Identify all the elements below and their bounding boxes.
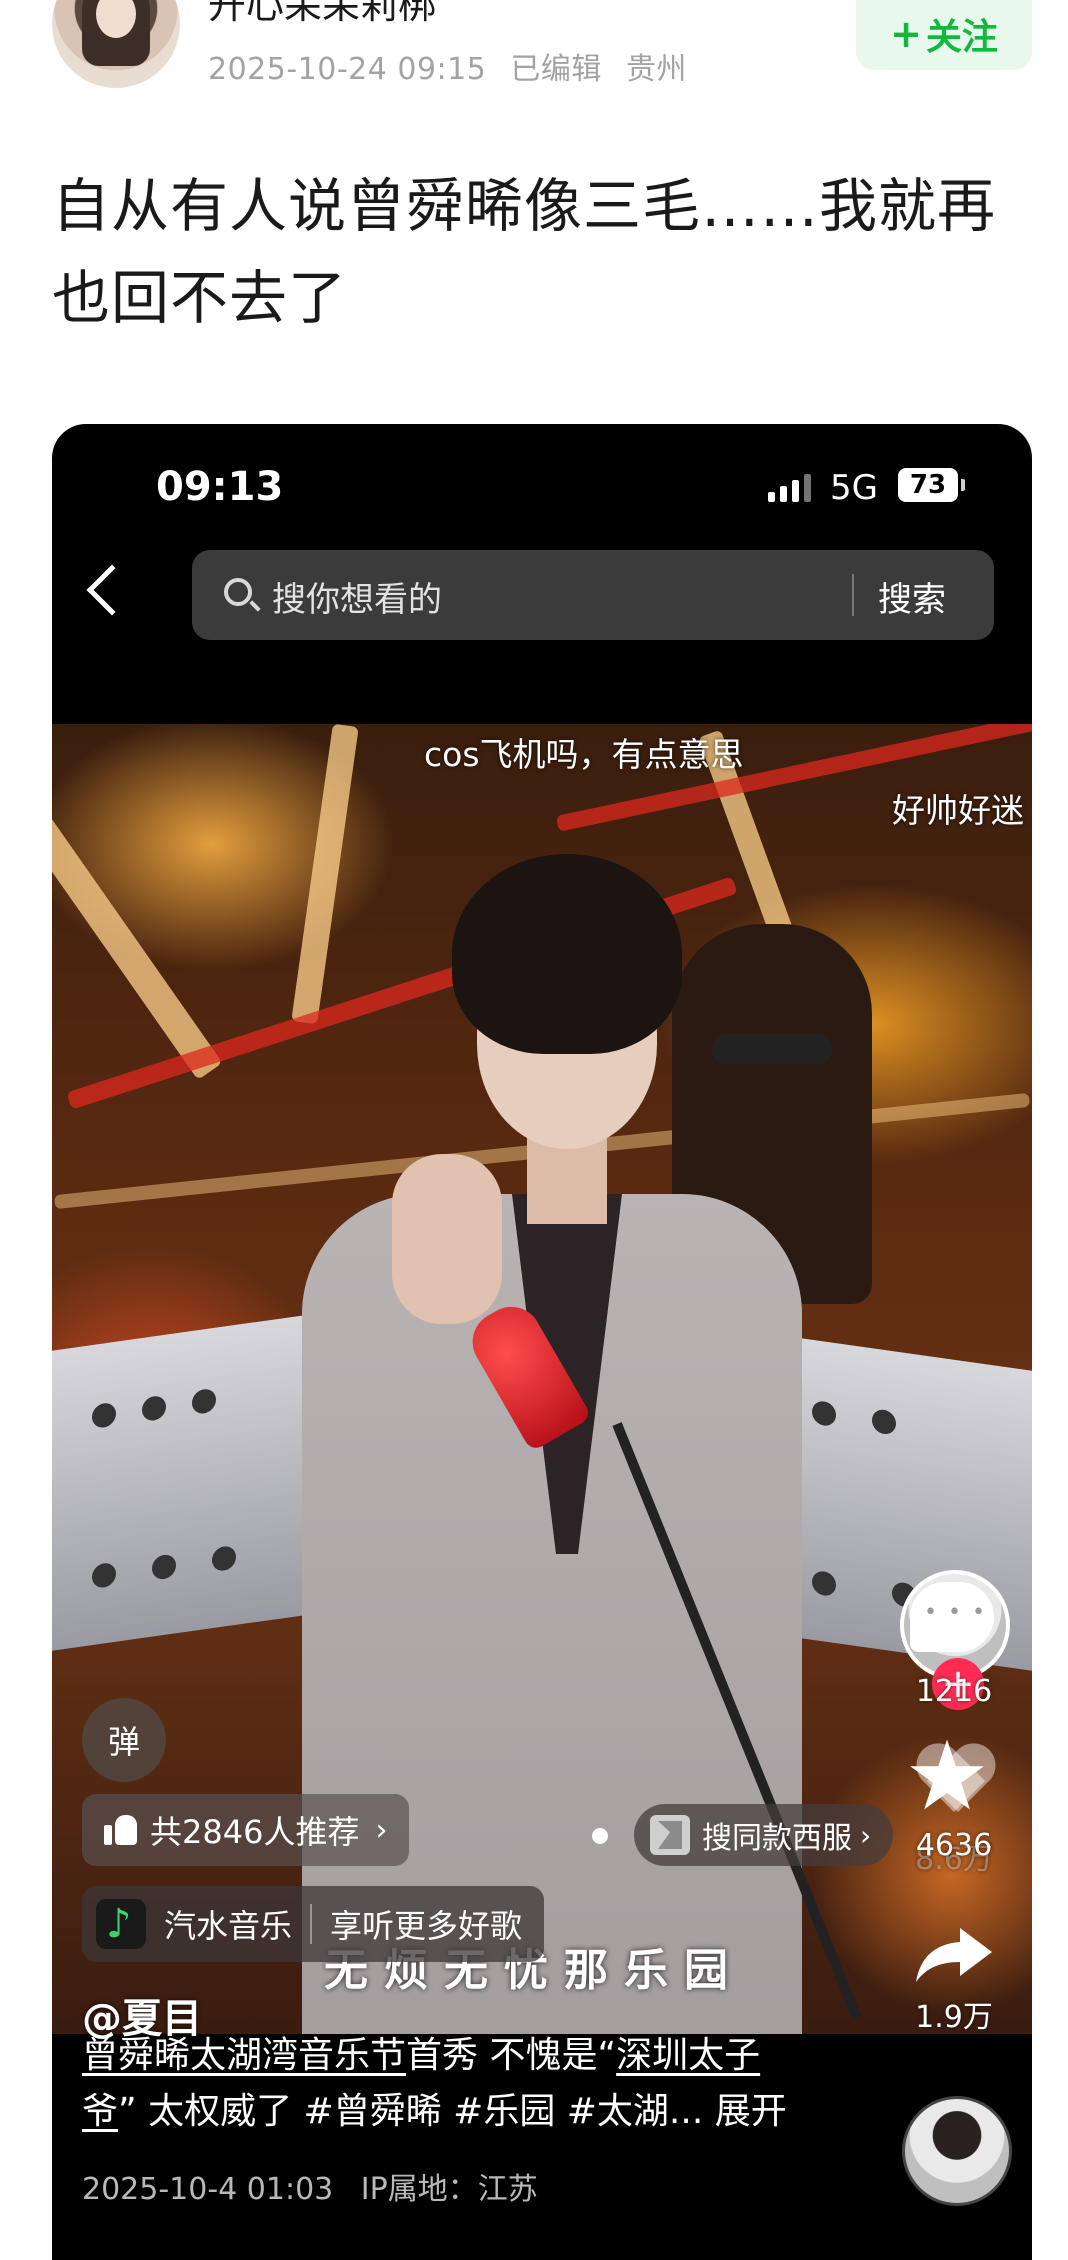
network-label: 5G	[830, 468, 878, 508]
follow-button[interactable]: + 关注	[856, 0, 1032, 70]
ip-location: IP属地：江苏	[360, 2172, 538, 2207]
chevron-right-icon: ›	[860, 1818, 872, 1852]
share-icon[interactable]	[914, 1924, 994, 1984]
chevron-right-icon: ›	[375, 1812, 388, 1848]
stage-light-beam	[52, 767, 223, 1081]
battery-icon: 73	[898, 468, 965, 502]
caption-link[interactable]: 深圳太子	[616, 2035, 760, 2076]
status-bar: 09:13 5G 73	[52, 424, 1032, 534]
caption-meta: 2025-10-4 01:03 IP属地：江苏	[82, 2164, 556, 2208]
danmaku-toggle-button[interactable]: 弹	[82, 1698, 166, 1782]
share-count: 1.9万	[915, 2000, 993, 2035]
status-time: 09:13	[156, 464, 284, 510]
favorite-count: 4636	[915, 1828, 993, 1863]
post-title: 自从有人说曾舜晞像三毛……我就再也回不去了	[52, 172, 997, 332]
search-button[interactable]: 搜索	[878, 572, 946, 621]
danmu-comment: 好帅好迷	[892, 791, 1024, 830]
shop-label: 搜同款西服	[702, 1821, 852, 1856]
embedded-screenshot[interactable]: 09:13 5G 73 搜你想看的 搜索 cos飞机吗，有点意思 好帅好迷 搜同…	[52, 424, 1032, 2260]
singer-hand	[392, 1154, 502, 1324]
battery-level: 73	[909, 470, 947, 500]
caption-text: 首秀 不愧是“	[406, 2035, 617, 2076]
search-divider	[852, 574, 854, 616]
comment-count: 1216	[915, 1674, 993, 1709]
shop-similar-tag[interactable]: 搜同款西服 ›	[634, 1804, 894, 1866]
search-icon	[224, 578, 252, 606]
music-disc-avatar[interactable]	[902, 2096, 1012, 2206]
singer-hair	[452, 854, 682, 1054]
music-cta: 享听更多好歌	[330, 1907, 523, 1945]
post-date: 2025-10-24 09:15	[208, 52, 487, 87]
post-location: 贵州	[625, 52, 687, 87]
suit-icon	[650, 1815, 690, 1855]
caption-link[interactable]: 曾舜晞太湖湾音乐节	[82, 2035, 406, 2076]
product-dot	[592, 1828, 608, 1844]
author-avatar[interactable]	[52, 0, 180, 88]
comment-icon[interactable]	[910, 1582, 994, 1652]
video-date: 2025-10-4 01:03	[82, 2172, 334, 2207]
music-separator	[310, 1904, 313, 1944]
danmu-comment: cos飞机吗，有点意思	[424, 735, 744, 774]
recommend-pill[interactable]: 共2846人推荐 ›	[82, 1794, 410, 1866]
post-meta: 2025-10-24 09:15 已编辑 贵州	[208, 44, 701, 88]
signal-icon	[768, 474, 811, 502]
recommend-count: 共2846人推荐	[150, 1813, 360, 1851]
music-app-name: 汽水音乐	[164, 1907, 293, 1945]
caption-link[interactable]: 爷	[82, 2091, 118, 2132]
music-bar[interactable]: 汽水音乐 享听更多好歌	[82, 1886, 545, 1962]
follow-label: 关注	[925, 17, 998, 58]
author-name[interactable]: 开心呆呆莉梆	[208, 0, 436, 29]
caption-text: ” 太权威了 #曾舜晞 #乐园 #太湖... 展开	[118, 2091, 787, 2132]
plus-icon: +	[890, 12, 922, 56]
music-app-icon	[96, 1899, 146, 1949]
post-edited: 已编辑	[510, 52, 602, 87]
video-caption[interactable]: 曾舜晞太湖湾音乐节首秀 不愧是“深圳太子 爷” 太权威了 #曾舜晞 #乐园 #太…	[82, 2028, 842, 2140]
thumbs-up-icon	[104, 1815, 138, 1845]
star-icon[interactable]: ★	[904, 1728, 990, 1824]
search-input[interactable]: 搜你想看的 搜索	[192, 550, 994, 640]
back-arrow-icon[interactable]	[86, 564, 138, 616]
search-placeholder: 搜你想看的	[272, 580, 442, 620]
